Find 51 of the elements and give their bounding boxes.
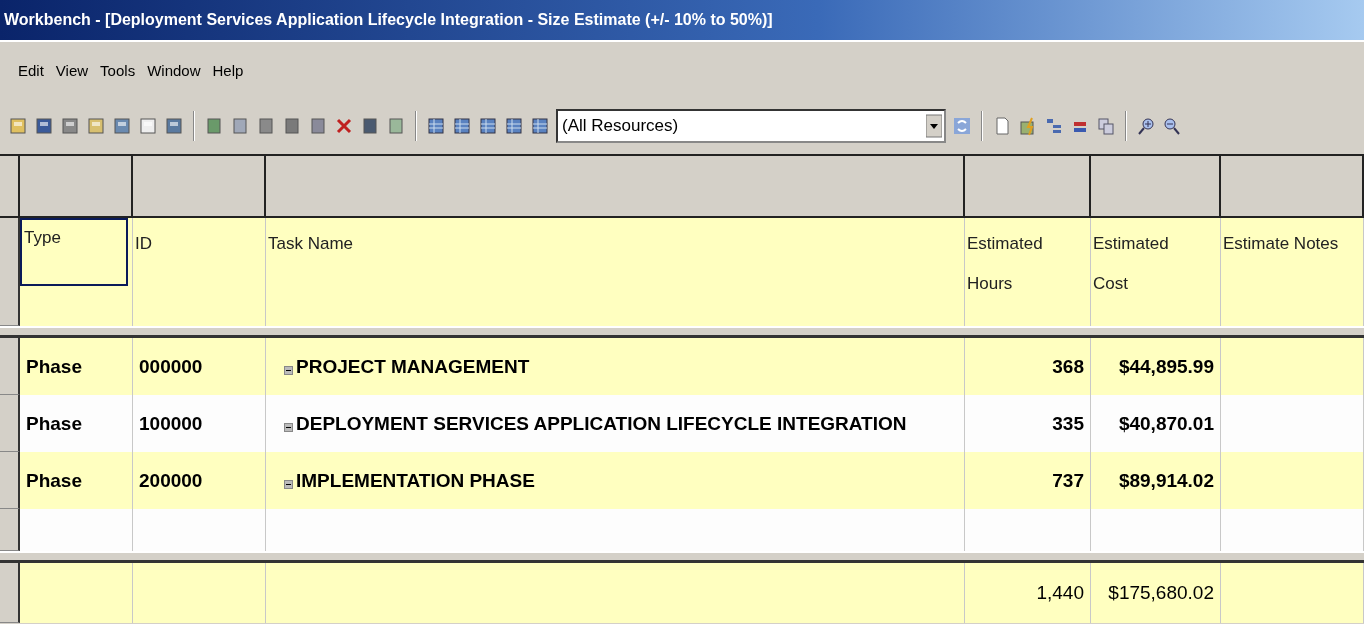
table-cell: Phase: [20, 395, 133, 452]
resource-dropdown[interactable]: (All Resources): [556, 109, 946, 143]
row-header[interactable]: [0, 156, 20, 218]
task-name: PROJECT MANAGEMENT: [296, 355, 530, 378]
menu-item[interactable]: Window: [147, 61, 201, 79]
row-header[interactable]: [0, 338, 20, 395]
column-header[interactable]: Task Name: [268, 224, 356, 264]
menu-item[interactable]: Edit: [18, 61, 44, 79]
collapse-icon[interactable]: [284, 480, 293, 489]
table-icon[interactable]: [478, 116, 498, 136]
collapse-icon[interactable]: [284, 366, 293, 375]
table-icon[interactable]: [452, 116, 472, 136]
total-cell: 1,440: [965, 563, 1091, 623]
row-header[interactable]: [0, 218, 20, 326]
table-cell: Phase: [20, 338, 133, 395]
row-header[interactable]: [0, 395, 20, 452]
window-title: Workbench - [Deployment Services Application Lifecycle Integration - Size Estimate (+/- 10% to 50%)]: [4, 11, 773, 29]
table-cell: $44,895.99: [1091, 338, 1221, 395]
table-cell: 737: [965, 452, 1091, 509]
menu-item[interactable]: Tools: [100, 61, 136, 79]
splitter-bar[interactable]: [0, 326, 1364, 338]
delete-icon[interactable]: [334, 116, 354, 136]
zoom-in-icon[interactable]: [1136, 116, 1156, 136]
collapse-icon[interactable]: [284, 423, 293, 432]
column-header[interactable]: Type: [20, 218, 128, 286]
table-cell: Phase: [20, 452, 133, 509]
table-icon[interactable]: [426, 116, 446, 136]
refresh-icon[interactable]: [952, 116, 972, 136]
row-header[interactable]: [0, 452, 20, 509]
column-header[interactable]: Estimated Hours: [967, 224, 1045, 304]
task-name: IMPLEMENTATION PHASE: [296, 469, 535, 492]
table-cell: 368: [965, 338, 1091, 395]
splitter-bar[interactable]: [0, 551, 1364, 563]
outline-icon[interactable]: [1044, 116, 1064, 136]
dropdown-arrow-icon[interactable]: [926, 114, 942, 138]
menu-item[interactable]: View: [55, 61, 89, 79]
task-name: DEPLOYMENT SERVICES APPLICATION LIFECYCLE INTEGRATION: [296, 412, 907, 435]
table-cell: 100000: [133, 395, 266, 452]
table-cell: $89,914.02: [1091, 452, 1221, 509]
table-cell: 000000: [133, 338, 266, 395]
menu-item[interactable]: Help: [212, 61, 244, 79]
table-cell: $40,870.01: [1091, 395, 1221, 452]
table-cell: 200000: [133, 452, 266, 509]
row-header[interactable]: [0, 563, 20, 623]
table-cell: 335: [965, 395, 1091, 452]
column-header[interactable]: Estimated Cost: [1093, 224, 1171, 304]
row-header[interactable]: [0, 509, 20, 551]
column-header[interactable]: ID: [135, 224, 154, 264]
column-header[interactable]: Estimate Notes: [1223, 224, 1341, 264]
total-cell: $175,680.02: [1091, 563, 1221, 623]
zoom-out-icon[interactable]: [1162, 116, 1182, 136]
